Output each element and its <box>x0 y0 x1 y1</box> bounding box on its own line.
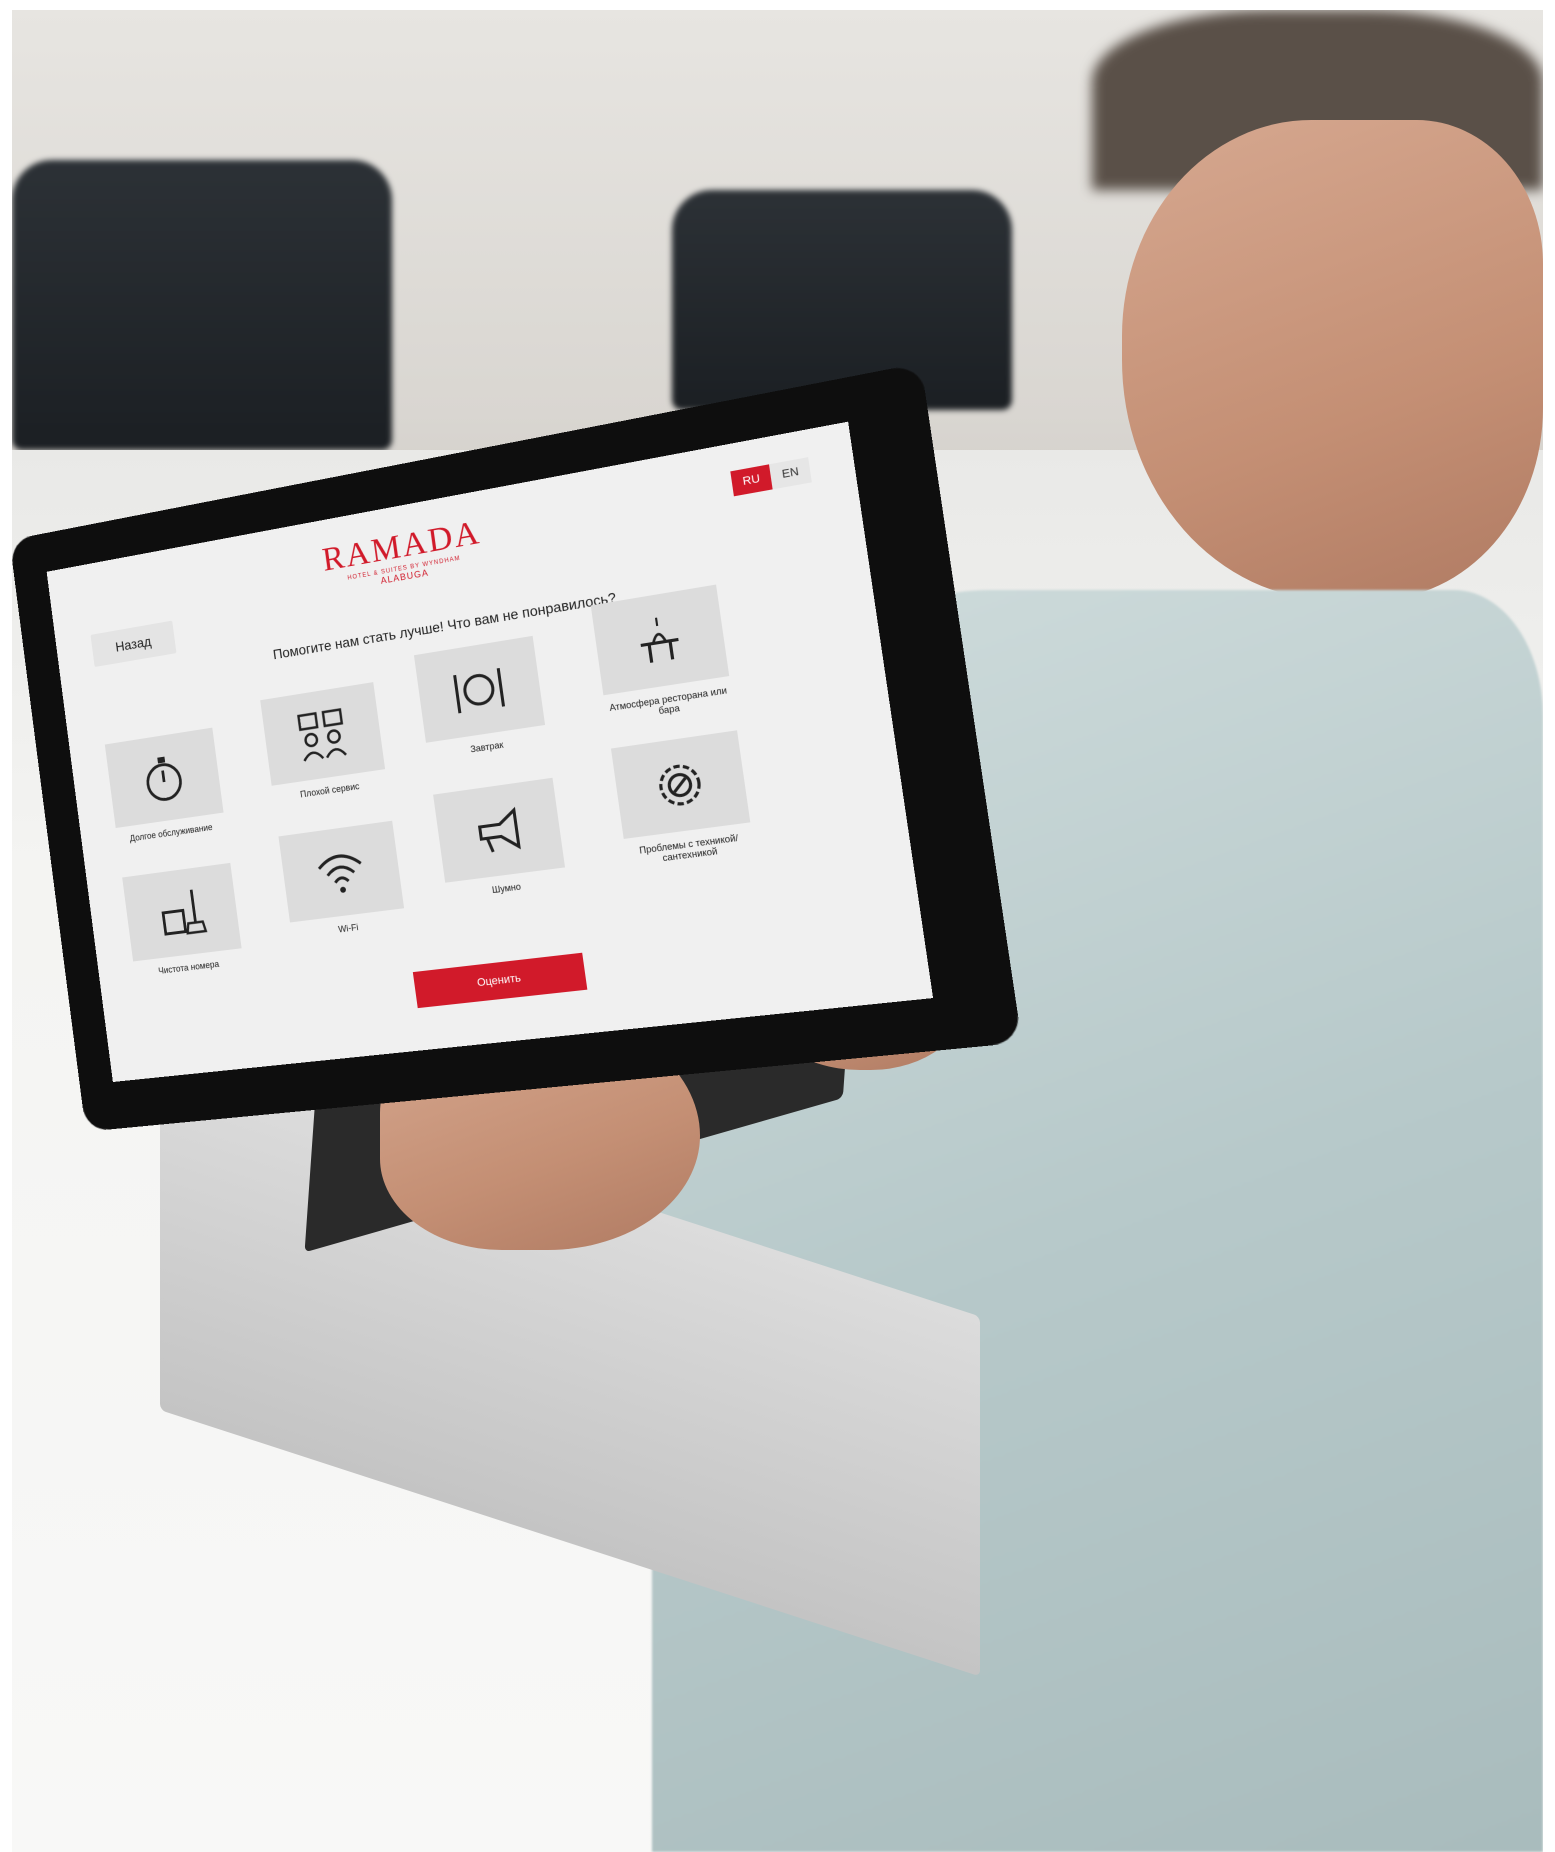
wifi-icon <box>310 841 371 894</box>
option-label: Чистота номера <box>157 958 220 976</box>
lang-en-button[interactable]: EN <box>768 457 812 490</box>
chair-right <box>672 190 1012 410</box>
option-breakfast[interactable]: Завтрак <box>413 635 548 761</box>
chair-left <box>12 160 392 450</box>
ramada-logo: RAMADA HOTEL & SUITES BY WYNDHAM ALABUGA <box>320 514 485 596</box>
gear-wrench-icon <box>646 752 713 818</box>
service-people-icon <box>292 703 352 766</box>
rate-button[interactable]: Оценить <box>412 952 588 1009</box>
plate-cutlery-icon <box>447 657 510 722</box>
option-atmosphere[interactable]: Атмосфера ресторана или бара <box>590 584 734 724</box>
restaurant-table-icon <box>626 607 693 674</box>
option-bad-service[interactable]: Плохой сервис <box>260 682 387 803</box>
option-label: Проблемы с техникой/ сантехникой <box>638 832 739 864</box>
person-face <box>1122 120 1543 600</box>
option-room-cleanliness[interactable]: Чистота номера <box>122 862 244 979</box>
cleaning-bucket-icon <box>153 882 211 942</box>
option-wifi[interactable]: Wi-Fi <box>278 820 406 940</box>
back-button[interactable]: Назад <box>90 620 177 668</box>
stopwatch-icon <box>135 748 192 809</box>
language-switcher: RU EN <box>730 457 812 497</box>
option-noise[interactable]: Шумно <box>433 777 568 901</box>
option-long-service[interactable]: Долгое обслуживание <box>104 727 226 846</box>
megaphone-icon <box>467 799 531 863</box>
option-equipment-problems[interactable]: Проблемы с техникой/ сантехникой <box>610 730 755 867</box>
lang-ru-button[interactable]: RU <box>730 464 773 497</box>
